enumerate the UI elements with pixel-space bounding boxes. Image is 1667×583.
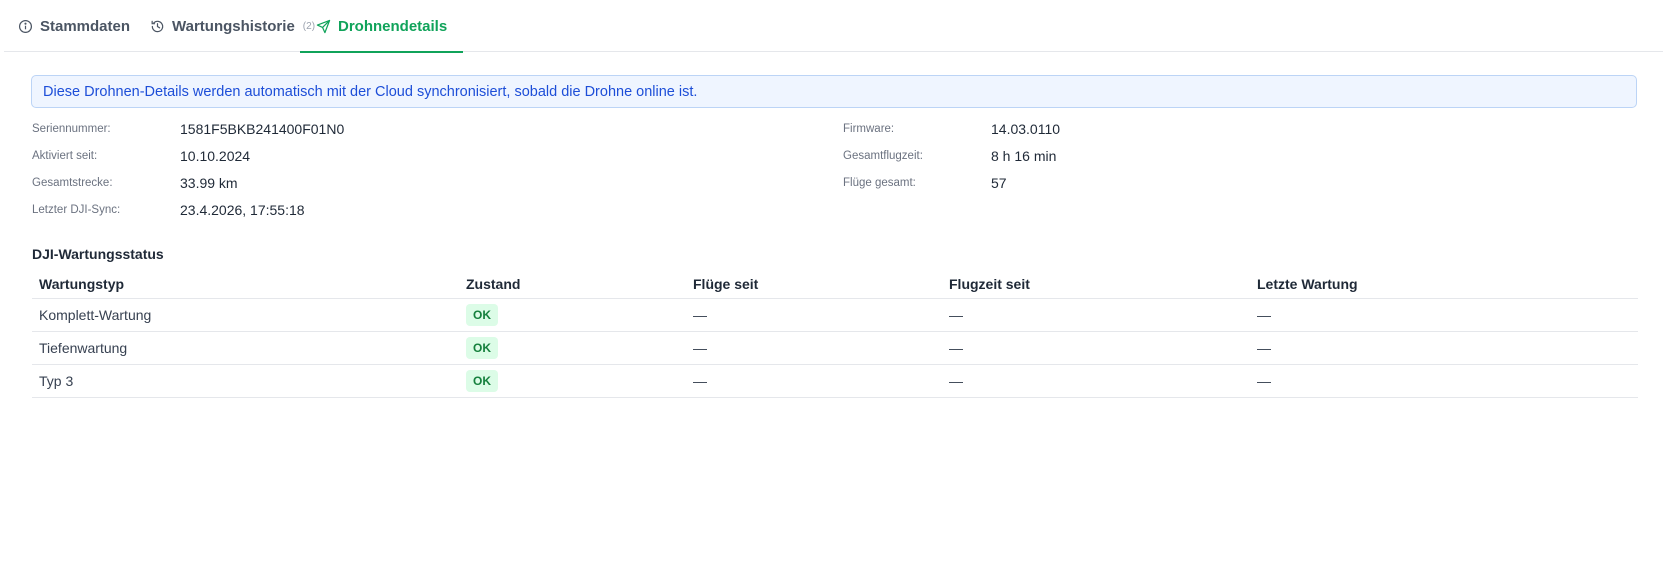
status-badge: OK [466,304,498,326]
status-badge: OK [466,337,498,359]
detail-seriennummer: Seriennummer: 1581F5BKB241400F01N0 [32,119,344,139]
table-row: Typ 3 OK — — — [32,365,1638,398]
detail-label: Flüge gesamt: [843,177,916,189]
info-icon [18,19,33,34]
detail-value: 23.4.2026, 17:55:18 [180,202,305,218]
status-badge: OK [466,370,498,392]
tab-stammdaten[interactable]: Stammdaten [18,0,130,52]
flighttime-since: — [949,340,963,356]
flights-since: — [693,373,707,389]
flights-since: — [693,340,707,356]
table-row: Komplett-Wartung OK — — — [32,299,1638,332]
maintenance-table: Wartungstyp Zustand Flüge seit Flugzeit … [32,270,1638,398]
detail-value: 33.99 km [180,175,238,191]
maintenance-type: Tiefenwartung [39,340,128,356]
last-maintenance: — [1257,373,1271,389]
detail-value: 14.03.0110 [991,121,1061,137]
flighttime-since: — [949,373,963,389]
detail-firmware: Firmware: 14.03.0110 [843,119,1060,139]
maintenance-type: Typ 3 [39,373,74,389]
tab-label: Stammdaten [40,17,131,35]
section-title: DJI-Wartungsstatus [32,246,164,262]
tab-bar: Stammdaten Wartungshistorie (2) Drohnend… [4,0,1663,53]
tab-label: Wartungshistorie [172,17,295,35]
detail-label: Firmware: [843,123,895,135]
tab-drohnendetails[interactable]: Drohnendetails [300,0,464,53]
detail-label: Seriennummer: [32,123,111,135]
send-icon [316,19,331,34]
detail-label: Gesamtstrecke: [32,177,113,189]
tab-wartungshistorie[interactable]: Wartungshistorie (2) [150,0,315,52]
detail-value: 1581F5BKB241400F01N0 [180,121,345,137]
detail-fluege-gesamt: Flüge gesamt: 57 [843,173,1007,193]
column-header: Wartungstyp [39,276,125,292]
detail-letzter-sync: Letzter DJI-Sync: 23.4.2026, 17:55:18 [32,200,305,220]
last-maintenance: — [1257,340,1271,356]
detail-label: Aktiviert seit: [32,150,98,162]
detail-label: Gesamtflugzeit: [843,150,923,162]
column-header: Letzte Wartung [1257,276,1358,292]
column-header: Flugzeit seit [949,276,1030,292]
history-icon [150,19,165,34]
column-header: Flüge seit [693,276,759,292]
detail-value: 10.10.2024 [180,148,251,164]
detail-aktiviert-seit: Aktiviert seit: 10.10.2024 [32,146,250,166]
sync-info-banner: Diese Drohnen-Details werden automatisch… [31,75,1637,108]
detail-value: 8 h 16 min [991,148,1057,164]
table-row: Tiefenwartung OK — — — [32,332,1638,365]
detail-gesamtflugzeit: Gesamtflugzeit: 8 h 16 min [843,146,1056,166]
table-header: Wartungstyp Zustand Flüge seit Flugzeit … [32,270,1638,299]
flights-since: — [693,307,707,323]
banner-text: Diese Drohnen-Details werden automatisch… [43,83,698,100]
detail-label: Letzter DJI-Sync: [32,204,121,216]
column-header: Zustand [466,276,521,292]
detail-value: 57 [991,175,1007,191]
flighttime-since: — [949,307,963,323]
detail-gesamtstrecke: Gesamtstrecke: 33.99 km [32,173,238,193]
last-maintenance: — [1257,307,1271,323]
maintenance-type: Komplett-Wartung [39,307,152,323]
tab-label: Drohnendetails [338,17,448,35]
